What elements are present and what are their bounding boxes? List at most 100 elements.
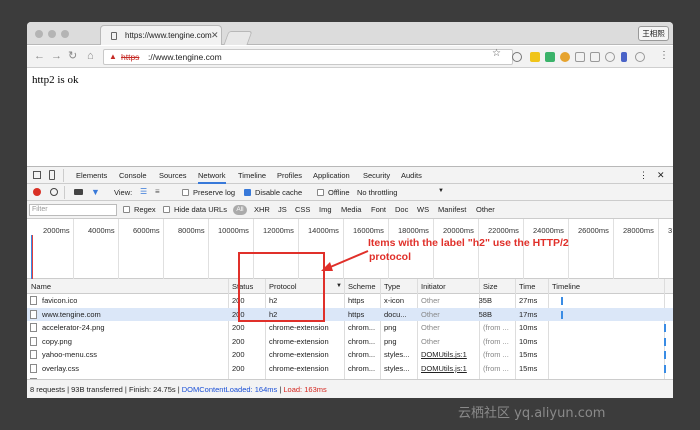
filter-img[interactable]: Img — [319, 205, 332, 214]
devtools-tabbar: Elements Console Sources Network Timelin… — [27, 167, 673, 184]
tab-application[interactable]: Application — [313, 171, 350, 180]
filter-js[interactable]: JS — [278, 205, 287, 214]
cell-size: (from ... — [483, 350, 509, 360]
browser-menu-icon[interactable]: ⋮ — [659, 50, 669, 61]
extension-pencil-icon[interactable] — [530, 52, 540, 62]
inspect-element-icon[interactable] — [33, 171, 41, 179]
home-icon[interactable]: ⌂ — [87, 50, 94, 63]
filter-font[interactable]: Font — [371, 205, 386, 214]
timeline-bar — [664, 337, 666, 346]
cell-initiator[interactable]: DOMUtils.js:1 — [421, 350, 467, 359]
close-window-button[interactable] — [35, 30, 43, 38]
column-size[interactable]: Size — [483, 282, 498, 291]
network-controls: ▼ View: ☰ ≡ Preserve log Disable cache O… — [27, 184, 673, 201]
cell-type: styles... — [384, 350, 410, 360]
devtools-menu-icon[interactable]: ⋮ — [639, 170, 648, 181]
clear-icon[interactable] — [50, 188, 58, 196]
filter-media[interactable]: Media — [341, 205, 361, 214]
tick-label: 6000ms — [133, 226, 160, 235]
tick-line — [73, 219, 74, 279]
extension-box-icon[interactable] — [590, 52, 600, 62]
filter-all[interactable]: All — [233, 205, 247, 215]
new-tab-button[interactable] — [223, 31, 253, 45]
filter-other[interactable]: Other — [476, 205, 495, 214]
tab-close-icon[interactable]: ✕ — [211, 30, 219, 41]
filter-input[interactable]: Filter — [29, 204, 117, 216]
device-mode-icon[interactable] — [49, 170, 55, 180]
cell-name: accelerator-24.png — [42, 323, 105, 333]
tick-label: 20000ms — [443, 226, 474, 235]
overview-icon[interactable]: ≡ — [155, 187, 160, 196]
table-row[interactable]: overlay.css 200 chrome-extension chrom... st… — [27, 362, 673, 376]
filter-icon[interactable]: ▼ — [91, 187, 100, 197]
large-rows-icon[interactable]: ☰ — [140, 187, 147, 196]
tick-line — [163, 219, 164, 279]
table-row[interactable]: favicon.ico 200 h2 https x-icon Other 35B 27ms — [27, 294, 673, 308]
forward-icon[interactable]: → — [51, 50, 62, 63]
capture-screenshots-icon[interactable] — [74, 189, 83, 195]
tab-elements[interactable]: Elements — [76, 171, 107, 180]
filter-xhr[interactable]: XHR — [254, 205, 270, 214]
browser-tab[interactable]: https://www.tengine.com ✕ — [100, 25, 222, 45]
cell-protocol: chrome-extension — [269, 323, 329, 333]
tick-label: 28000ms — [623, 226, 654, 235]
offline-checkbox[interactable] — [317, 189, 324, 196]
cell-scheme: chrom... — [348, 323, 376, 333]
tab-timeline[interactable]: Timeline — [238, 171, 266, 180]
cell-time: 15ms — [519, 364, 538, 373]
tab-profiles[interactable]: Profiles — [277, 171, 302, 180]
table-row[interactable]: www.tengine.com 200 h2 https docu... Other 58B… — [27, 307, 673, 322]
extension-shield-icon[interactable] — [605, 52, 615, 62]
throttling-select[interactable]: No throttling — [357, 188, 397, 197]
cell-status: 200 — [232, 323, 245, 333]
tab-sources[interactable]: Sources — [159, 171, 187, 180]
tab-console[interactable]: Console — [119, 171, 147, 180]
cell-scheme: https — [348, 309, 365, 319]
preserve-log-checkbox[interactable] — [182, 189, 189, 196]
filter-css[interactable]: CSS — [295, 205, 310, 214]
address-bar[interactable]: ▲ https ://www.tengine.com — [103, 49, 513, 65]
disable-cache-checkbox[interactable] — [244, 189, 251, 196]
hide-data-urls-checkbox[interactable] — [163, 206, 170, 213]
filter-ws[interactable]: WS — [417, 205, 429, 214]
extension-orange-icon[interactable] — [560, 52, 570, 62]
cell-initiator[interactable]: DOMUtils.js:1 — [421, 364, 467, 373]
filter-manifest[interactable]: Manifest — [438, 205, 466, 214]
cell-size: (from ... — [483, 323, 509, 333]
minimize-window-button[interactable] — [48, 30, 56, 38]
table-row[interactable]: accelerator-24.png 200 chrome-extension chr… — [27, 321, 673, 335]
chevron-down-icon[interactable]: ▼ — [438, 188, 444, 194]
extension-search-icon[interactable] — [512, 52, 522, 62]
column-type[interactable]: Type — [384, 282, 400, 291]
dom-content-loaded-text: DOMContentLoaded: 164ms — [181, 385, 278, 394]
extension-smile-icon[interactable] — [635, 52, 645, 62]
devtools-close-icon[interactable]: ✕ — [657, 170, 665, 181]
regex-checkbox[interactable] — [123, 206, 130, 213]
extension-v-icon[interactable] — [545, 52, 555, 62]
extension-grid-icon[interactable] — [575, 52, 585, 62]
tab-security[interactable]: Security — [363, 171, 390, 180]
back-icon[interactable]: ← — [34, 50, 45, 63]
column-initiator[interactable]: Initiator — [421, 282, 446, 291]
tab-audits[interactable]: Audits — [401, 171, 422, 180]
cell-status: 200 — [232, 336, 245, 346]
extension-bolt-icon[interactable] — [621, 52, 627, 62]
offline-label: Offline — [328, 188, 350, 197]
maximize-window-button[interactable] — [61, 30, 69, 38]
table-row[interactable]: copy.png 200 chrome-extension chrom... png Ot… — [27, 335, 673, 349]
filter-doc[interactable]: Doc — [395, 205, 408, 214]
column-timeline[interactable]: Timeline — [552, 282, 580, 291]
hide-data-urls-label: Hide data URLs — [174, 205, 227, 214]
bookmark-star-icon[interactable]: ☆ — [492, 48, 501, 59]
column-scheme[interactable]: Scheme — [348, 282, 376, 291]
tab-network[interactable]: Network — [198, 171, 226, 184]
profile-button[interactable]: 王相熙 — [638, 26, 669, 41]
divider — [64, 186, 65, 199]
column-time[interactable]: Time — [519, 282, 535, 291]
column-name[interactable]: Name — [31, 282, 51, 291]
file-icon — [30, 350, 37, 360]
table-row[interactable]: yahoo-menu.css 200 chrome-extension chrom..… — [27, 348, 673, 362]
record-icon[interactable] — [33, 188, 41, 196]
reload-icon[interactable]: ↻ — [68, 50, 77, 63]
divider — [63, 169, 64, 182]
